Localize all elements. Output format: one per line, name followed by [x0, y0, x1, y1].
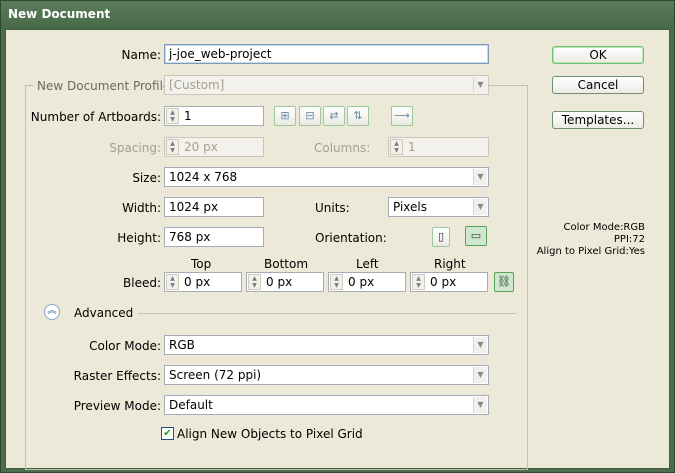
- preview-mode-label: Preview Mode:: [73, 399, 161, 413]
- bleed-top-value: 0 px: [184, 275, 211, 289]
- artboards-stepper[interactable]: ▲ ▼ 1: [164, 106, 264, 126]
- bleed-top-label: Top: [191, 257, 212, 271]
- stepper-arrows-icon[interactable]: ▲ ▼: [412, 274, 425, 290]
- stepper-arrows-icon[interactable]: ▲ ▼: [248, 274, 261, 290]
- dropdown-arrow-icon: ▼: [473, 199, 487, 215]
- artboards-value: 1: [184, 109, 192, 123]
- stepper-arrows-icon[interactable]: ▲ ▼: [166, 108, 179, 124]
- collapse-advanced-icon[interactable]: ︽: [44, 304, 60, 320]
- portrait-icon[interactable]: ▯: [432, 227, 450, 247]
- bleed-left-label: Left: [356, 257, 379, 271]
- artboards-label: Number of Artboards:: [30, 110, 161, 124]
- summary-color-mode: Color Mode:RGB: [563, 222, 645, 233]
- dialog-body: Name: j-joe_web-project New Document Pro…: [5, 29, 670, 470]
- bleed-bottom-stepper[interactable]: ▲ ▼ 0 px: [246, 272, 324, 292]
- columns-stepper[interactable]: ▲ ▼ 1: [388, 137, 489, 157]
- size-select[interactable]: 1024 x 768 ▼: [164, 167, 489, 187]
- align-pixel-grid-label[interactable]: Align New Objects to Pixel Grid: [177, 427, 363, 441]
- color-mode-value: RGB: [169, 338, 195, 352]
- width-input[interactable]: 1024 px: [164, 197, 264, 217]
- dropdown-arrow-icon: ▼: [473, 337, 487, 353]
- size-label: Size:: [132, 171, 161, 185]
- bleed-right-stepper[interactable]: ▲ ▼ 0 px: [410, 272, 488, 292]
- stepper-arrows-icon[interactable]: ▲ ▼: [390, 139, 403, 155]
- columns-value: 1: [408, 140, 416, 154]
- raster-effects-value: Screen (72 ppi): [169, 368, 262, 382]
- stepper-arrows-icon[interactable]: ▲ ▼: [166, 139, 179, 155]
- advanced-label: Advanced: [74, 306, 134, 320]
- profile-select[interactable]: [Custom] ▼: [164, 75, 489, 95]
- summary-info: Color Mode:RGB PPI:72 Align to Pixel Gri…: [537, 222, 645, 258]
- link-bleed-icon[interactable]: ⛓: [494, 272, 514, 292]
- profile-value: [Custom]: [169, 78, 225, 92]
- raster-effects-select[interactable]: Screen (72 ppi) ▼: [164, 365, 489, 385]
- align-pixel-grid-checkbox[interactable]: ✔: [161, 427, 174, 440]
- spacing-label: Spacing:: [109, 141, 161, 155]
- width-label: Width:: [122, 201, 161, 215]
- arrange-grid-by-row-icon[interactable]: ⊞: [274, 106, 296, 126]
- ok-button[interactable]: OK: [552, 46, 644, 64]
- bleed-left-stepper[interactable]: ▲ ▼ 0 px: [328, 272, 406, 292]
- spacing-value: 20 px: [184, 140, 218, 154]
- arrange-by-row-icon[interactable]: ⇄: [323, 106, 345, 126]
- arrange-by-column-icon[interactable]: ⇅: [347, 106, 369, 126]
- summary-ppi: PPI:72: [613, 234, 645, 245]
- units-label: Units:: [315, 201, 350, 215]
- bleed-bottom-label: Bottom: [264, 257, 309, 271]
- orientation-label: Orientation:: [315, 231, 387, 245]
- new-document-dialog: New Document Name: j-joe_web-project New…: [0, 0, 675, 473]
- layout-rtl-icon[interactable]: ⟶: [391, 106, 413, 126]
- bleed-left-value: 0 px: [348, 275, 375, 289]
- spacing-stepper[interactable]: ▲ ▼ 20 px: [164, 137, 264, 157]
- name-label: Name:: [121, 48, 161, 62]
- stepper-arrows-icon[interactable]: ▲ ▼: [330, 274, 343, 290]
- bleed-bottom-value: 0 px: [266, 275, 293, 289]
- bleed-top-stepper[interactable]: ▲ ▼ 0 px: [164, 272, 242, 292]
- bleed-label: Bleed:: [123, 276, 161, 290]
- dropdown-arrow-icon: ▼: [473, 169, 487, 185]
- dialog-title: New Document: [8, 7, 111, 21]
- templates-button[interactable]: Templates...: [552, 111, 644, 129]
- cancel-button[interactable]: Cancel: [552, 76, 644, 94]
- units-select[interactable]: Pixels ▼: [388, 197, 489, 217]
- profile-label: New Document Profile:: [34, 79, 178, 93]
- summary-align: Align to Pixel Grid:Yes: [536, 246, 645, 257]
- raster-effects-label: Raster Effects:: [73, 369, 161, 383]
- arrange-grid-by-column-icon[interactable]: ⊟: [299, 106, 321, 126]
- dropdown-arrow-icon: ▼: [473, 77, 487, 93]
- stepper-arrows-icon[interactable]: ▲ ▼: [166, 274, 179, 290]
- height-input[interactable]: 768 px: [164, 227, 264, 247]
- units-value: Pixels: [393, 200, 428, 214]
- name-input[interactable]: j-joe_web-project: [164, 44, 489, 64]
- dropdown-arrow-icon: ▼: [473, 397, 487, 413]
- color-mode-select[interactable]: RGB ▼: [164, 335, 489, 355]
- bleed-right-value: 0 px: [430, 275, 457, 289]
- color-mode-label: Color Mode:: [89, 339, 161, 353]
- size-value: 1024 x 768: [169, 170, 238, 184]
- preview-mode-select[interactable]: Default ▼: [164, 395, 489, 415]
- dropdown-arrow-icon: ▼: [473, 367, 487, 383]
- dialog-titlebar[interactable]: New Document: [1, 1, 674, 29]
- columns-label: Columns:: [314, 141, 371, 155]
- bleed-right-label: Right: [434, 257, 466, 271]
- height-label: Height:: [117, 231, 161, 245]
- preview-mode-value: Default: [169, 398, 213, 412]
- advanced-separator: [138, 313, 516, 314]
- landscape-icon[interactable]: ▭: [465, 226, 487, 246]
